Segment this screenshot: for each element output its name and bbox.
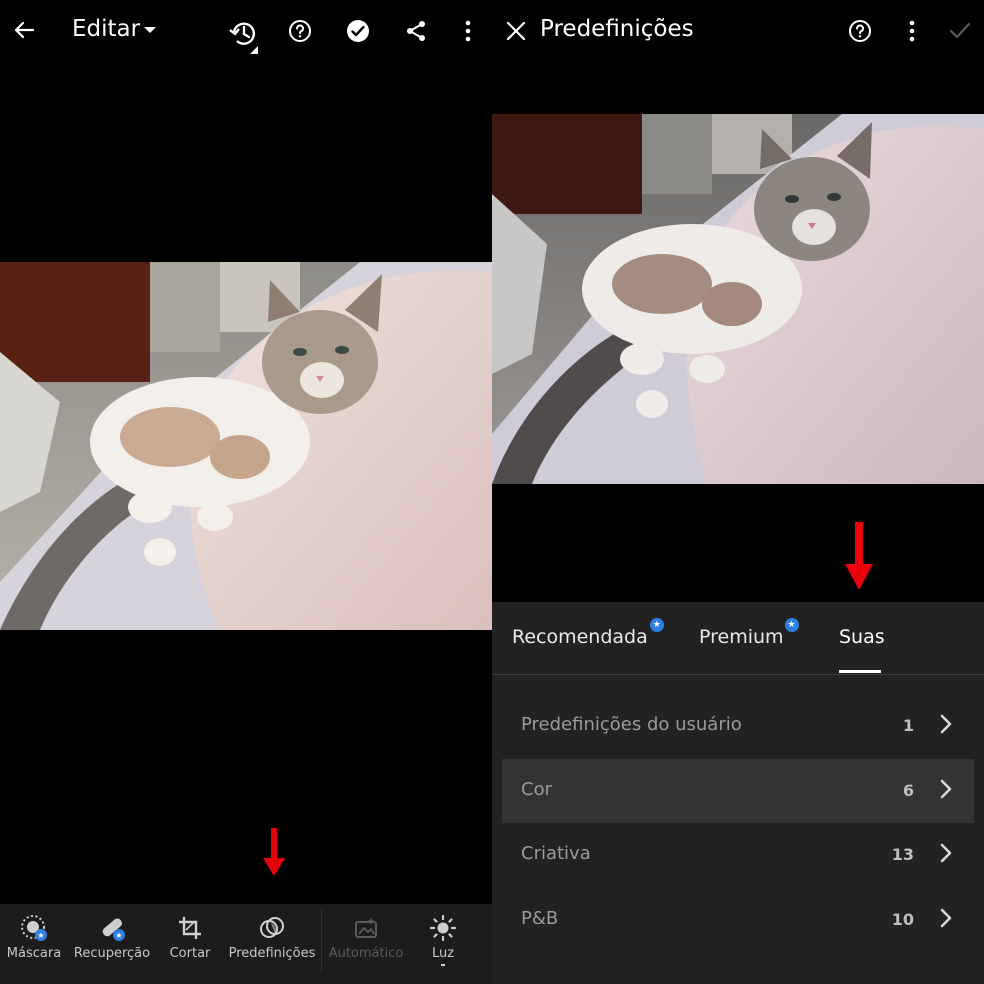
tool-crop-label: Cortar [169,946,211,961]
share-icon[interactable] [403,18,429,44]
tab-yours[interactable]: Suas [839,626,885,648]
chevron-right-icon [940,843,952,867]
sun-icon [430,914,456,942]
preset-group-count: 6 [902,781,914,800]
tab-premium-label: Premium [699,626,784,648]
tool-light-label: Luz [431,946,455,961]
preset-group-color[interactable]: Cor 6 [502,759,974,823]
history-icon[interactable] [226,16,266,56]
edit-top-bar: Editar [0,0,492,62]
crop-icon [177,914,203,942]
chevron-right-icon [940,908,952,932]
active-tool-indicator [441,964,445,966]
preset-group-count: 10 [891,910,914,929]
svg-text:★: ★ [37,931,44,940]
svg-text:★: ★ [115,931,122,940]
tool-mask[interactable]: ★ Máscara [4,904,64,984]
preset-group-label: Cor [521,779,552,800]
premium-star-icon: ★ [649,618,664,632]
edit-screen: Editar ★ Máscara ★ Recuperção Cortar Pre… [0,0,492,984]
help-icon[interactable] [287,18,313,44]
help-icon[interactable] [847,18,873,44]
checkmark-icon[interactable] [947,20,973,42]
presets-panel: Recomendada ★ Premium ★ Suas Predefiniçõ… [492,602,984,984]
tool-presets-label: Predefinições [228,946,316,961]
auto-icon [353,914,379,942]
dropdown-caret-icon[interactable] [142,22,158,38]
preset-group-bw[interactable]: P&B 10 [502,888,974,952]
annotation-arrow-icon [263,828,285,876]
preset-group-label: Predefinições do usuário [521,714,742,735]
tool-mask-label: Máscara [6,946,62,961]
preset-group-count: 13 [891,845,914,864]
tool-healing[interactable]: ★ Recuperção [74,904,150,984]
more-vertical-icon[interactable] [900,18,924,44]
presets-icon [259,914,285,942]
tool-light[interactable]: Luz [418,904,468,984]
preset-group-count: 1 [902,716,914,735]
tool-auto-label: Automático [328,946,404,961]
photo-preview [0,262,492,630]
active-tab-indicator [839,670,881,673]
preset-group-user[interactable]: Predefinições do usuário 1 [502,694,974,758]
presets-title: Predefinições [540,16,694,42]
preset-group-label: Criativa [521,843,591,864]
close-icon[interactable] [502,17,530,45]
preset-group-label: P&B [521,908,559,929]
back-arrow-icon[interactable] [10,16,38,44]
healing-icon: ★ [98,914,126,942]
presets-screen: Predefinições Recomendada ★ Premium ★ Su… [492,0,984,984]
preset-group-creative[interactable]: Criativa 13 [502,823,974,887]
annotation-arrow-icon [845,522,873,590]
edit-title[interactable]: Editar [72,16,140,42]
mask-icon: ★ [20,914,48,942]
tab-yours-label: Suas [839,626,885,648]
presets-tabs: Recomendada ★ Premium ★ Suas [492,602,984,675]
tool-auto[interactable]: Automático [328,904,404,984]
tool-healing-label: Recuperção [73,946,151,961]
tool-presets[interactable]: Predefinições [228,904,316,984]
tool-crop[interactable]: Cortar [162,904,218,984]
more-vertical-icon[interactable] [456,18,480,44]
edit-toolbar: ★ Máscara ★ Recuperção Cortar Predefiniç… [0,904,492,984]
photo-preview [492,114,984,484]
toolbar-divider [321,910,322,972]
presets-top-bar: Predefinições [492,0,984,62]
checkmark-circle-icon[interactable] [345,18,371,44]
tab-premium[interactable]: Premium ★ [699,618,799,648]
tab-recommended-label: Recomendada [512,626,648,648]
tab-recommended[interactable]: Recomendada ★ [512,618,664,648]
chevron-right-icon [940,779,952,803]
premium-star-icon: ★ [784,618,799,632]
chevron-right-icon [940,714,952,738]
